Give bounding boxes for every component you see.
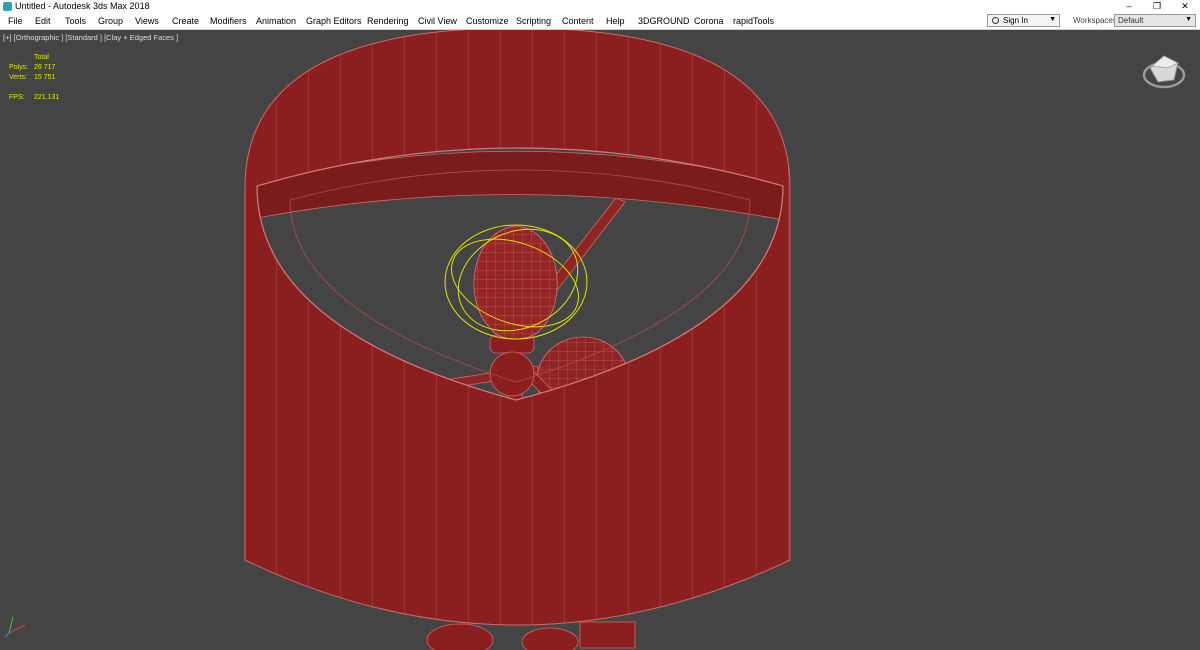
stats-fps-label: FPS: — [9, 94, 25, 101]
viewcube-icon[interactable] — [1140, 48, 1188, 96]
menu-animation[interactable]: Animation — [256, 16, 296, 26]
axis-tripod-icon — [4, 616, 26, 638]
window-title: Untitled - Autodesk 3ds Max 2018 — [15, 1, 150, 11]
menu-edit[interactable]: Edit — [35, 16, 51, 26]
viewport-label-menu[interactable]: [+] [Orthographic ] [Standard ] [Clay + … — [3, 33, 178, 42]
workspaces-dropdown[interactable]: Default ▼ — [1114, 14, 1196, 27]
menu-create[interactable]: Create — [172, 16, 199, 26]
user-icon — [992, 17, 999, 24]
menu-corona[interactable]: Corona — [694, 16, 724, 26]
title-bar: Untitled - Autodesk 3ds Max 2018 – ❐ ✕ — [0, 0, 1200, 13]
menu-customize[interactable]: Customize — [466, 16, 509, 26]
chevron-down-icon: ▼ — [1185, 16, 1192, 23]
menu-file[interactable]: File — [8, 16, 23, 26]
menu-modifiers[interactable]: Modifiers — [210, 16, 247, 26]
stats-total-label: Total — [34, 54, 49, 61]
menu-bar: File Edit Tools Group Views Create Modif… — [0, 13, 1200, 30]
stats-verts-value: 15 751 — [34, 74, 56, 81]
menu-content[interactable]: Content — [562, 16, 594, 26]
workspaces-label: Workspaces: — [1073, 16, 1120, 25]
perspective-viewport[interactable]: [+] [Orthographic ] [Standard ] [Clay + … — [0, 30, 1200, 650]
menu-scripting[interactable]: Scripting — [516, 16, 551, 26]
menu-help[interactable]: Help — [606, 16, 625, 26]
chevron-down-icon: ▼ — [1049, 16, 1056, 23]
lamp-base[interactable] — [426, 621, 636, 650]
stats-verts-label: Verts: — [9, 74, 27, 81]
scene-canvas[interactable] — [0, 30, 1200, 650]
stats-fps-value: 221,131 — [34, 94, 60, 101]
menu-graph-editors[interactable]: Graph Editors — [306, 16, 362, 26]
menu-group[interactable]: Group — [98, 16, 123, 26]
app-icon — [3, 2, 12, 11]
menu-views[interactable]: Views — [135, 16, 159, 26]
menu-rapidtools[interactable]: rapidTools — [733, 16, 774, 26]
bulb-socket[interactable] — [489, 334, 535, 397]
menu-3dground[interactable]: 3DGROUND — [638, 16, 690, 26]
menu-tools[interactable]: Tools — [65, 16, 86, 26]
sign-in-dropdown[interactable]: Sign In ▼ — [987, 14, 1060, 27]
workspaces-value: Default — [1118, 16, 1144, 25]
minimize-button[interactable]: – — [1115, 0, 1143, 13]
stats-polys-label: Polys: — [9, 64, 29, 71]
restore-button[interactable]: ❐ — [1143, 0, 1171, 13]
sign-in-label: Sign In — [1003, 16, 1028, 25]
close-button[interactable]: ✕ — [1171, 0, 1199, 13]
menu-rendering[interactable]: Rendering — [367, 16, 409, 26]
stats-polys-value: 26 717 — [34, 64, 56, 71]
menu-civil-view[interactable]: Civil View — [418, 16, 457, 26]
